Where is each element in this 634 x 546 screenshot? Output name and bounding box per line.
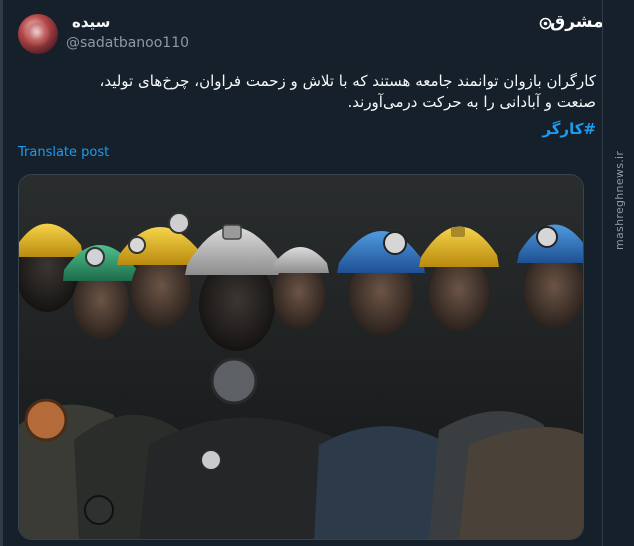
news-logo: مشرق — [550, 12, 604, 32]
post-text-line: کارگران بازوان توانمند جامعه هستند که با… — [99, 72, 597, 90]
watermark-site: mashreghnews.ir — [613, 150, 626, 250]
post-image[interactable] — [18, 174, 584, 540]
user-handle[interactable]: @sadatbanoo110 — [66, 35, 189, 51]
avatar[interactable] — [18, 14, 58, 54]
translate-post-link[interactable]: Translate post — [18, 145, 109, 160]
display-name[interactable]: سیده — [72, 13, 110, 31]
left-border — [0, 0, 3, 546]
hashtag-link[interactable]: #کارگر — [542, 120, 596, 138]
post-text-line: صنعت و آبادانی را به حرکت درمی‌آورند. — [347, 93, 597, 111]
miners-photo — [19, 175, 583, 539]
post-text: کارگران بازوان توانمند جامعه هستند که با… — [36, 71, 597, 113]
watermark-strip — [603, 0, 634, 546]
tweet-screenshot: سیده @sadatbanoo110 مشرق کارگران بازوان … — [0, 0, 634, 546]
